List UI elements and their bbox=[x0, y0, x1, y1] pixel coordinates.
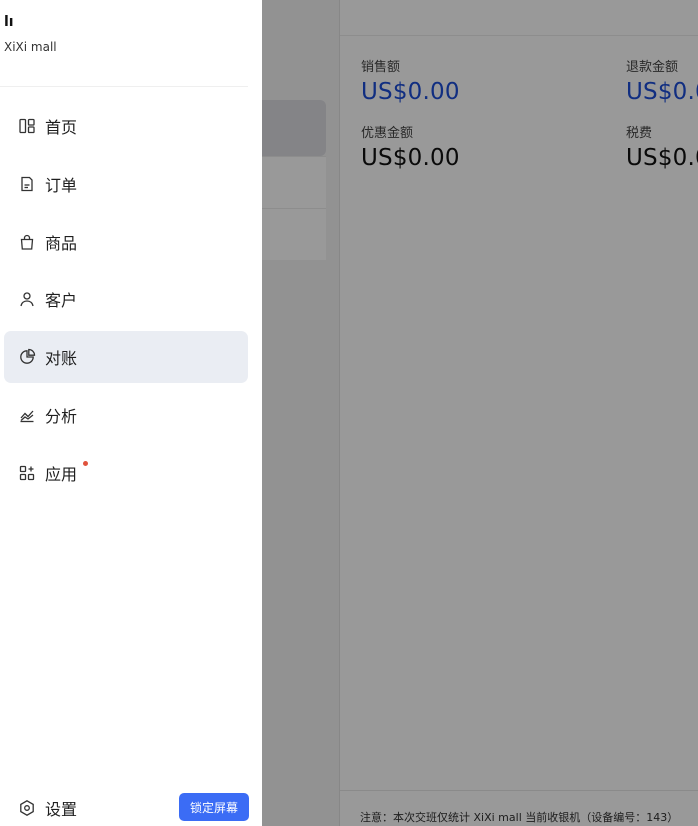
order-icon bbox=[18, 175, 36, 193]
dashboard-icon bbox=[18, 117, 36, 135]
nav-item-analytics[interactable]: 分析 bbox=[4, 389, 248, 441]
nav-item-label: 对账 bbox=[45, 349, 78, 369]
pie-chart-icon bbox=[18, 348, 36, 366]
nav-item-label: 应用 bbox=[45, 464, 78, 484]
nav-item-orders[interactable]: 订单 bbox=[4, 158, 248, 210]
settings-hexagon-icon bbox=[18, 799, 36, 817]
nav-item-label: 订单 bbox=[45, 175, 78, 195]
nav-item-reconciliation[interactable]: 对账 bbox=[4, 331, 248, 384]
user-icon bbox=[18, 290, 36, 308]
apps-icon bbox=[18, 464, 36, 482]
lock-screen-button[interactable]: 锁定屏幕 bbox=[179, 793, 249, 821]
settings-button[interactable]: 设置 bbox=[18, 796, 77, 820]
nav-item-customers[interactable]: 客户 bbox=[4, 273, 248, 325]
nav-item-label: 商品 bbox=[45, 233, 78, 253]
store-name: XiXi mall bbox=[4, 40, 57, 54]
nav-item-label: 分析 bbox=[45, 406, 78, 426]
navigation-drawer: lı XiXi mall 首页 订单 商品 客户 对账 分析 应用 设置 锁定屏… bbox=[0, 0, 262, 826]
shopping-bag-icon bbox=[18, 233, 36, 251]
store-header: lı XiXi mall bbox=[4, 14, 57, 54]
store-initial: lı bbox=[4, 14, 14, 30]
nav-item-home[interactable]: 首页 bbox=[4, 100, 248, 152]
nav-item-products[interactable]: 商品 bbox=[4, 216, 248, 268]
drawer-divider bbox=[0, 86, 248, 87]
drawer-bottom-bar: 设置 锁定屏幕 bbox=[0, 790, 262, 826]
nav-item-label: 首页 bbox=[45, 118, 78, 137]
line-chart-icon bbox=[18, 406, 36, 424]
nav-item-apps[interactable]: 应用 bbox=[4, 447, 248, 499]
notification-badge bbox=[83, 460, 88, 466]
settings-label: 设置 bbox=[45, 800, 78, 819]
nav-item-label: 客户 bbox=[45, 291, 78, 311]
nav-menu: 首页 订单 商品 客户 对账 分析 应用 bbox=[4, 100, 248, 505]
